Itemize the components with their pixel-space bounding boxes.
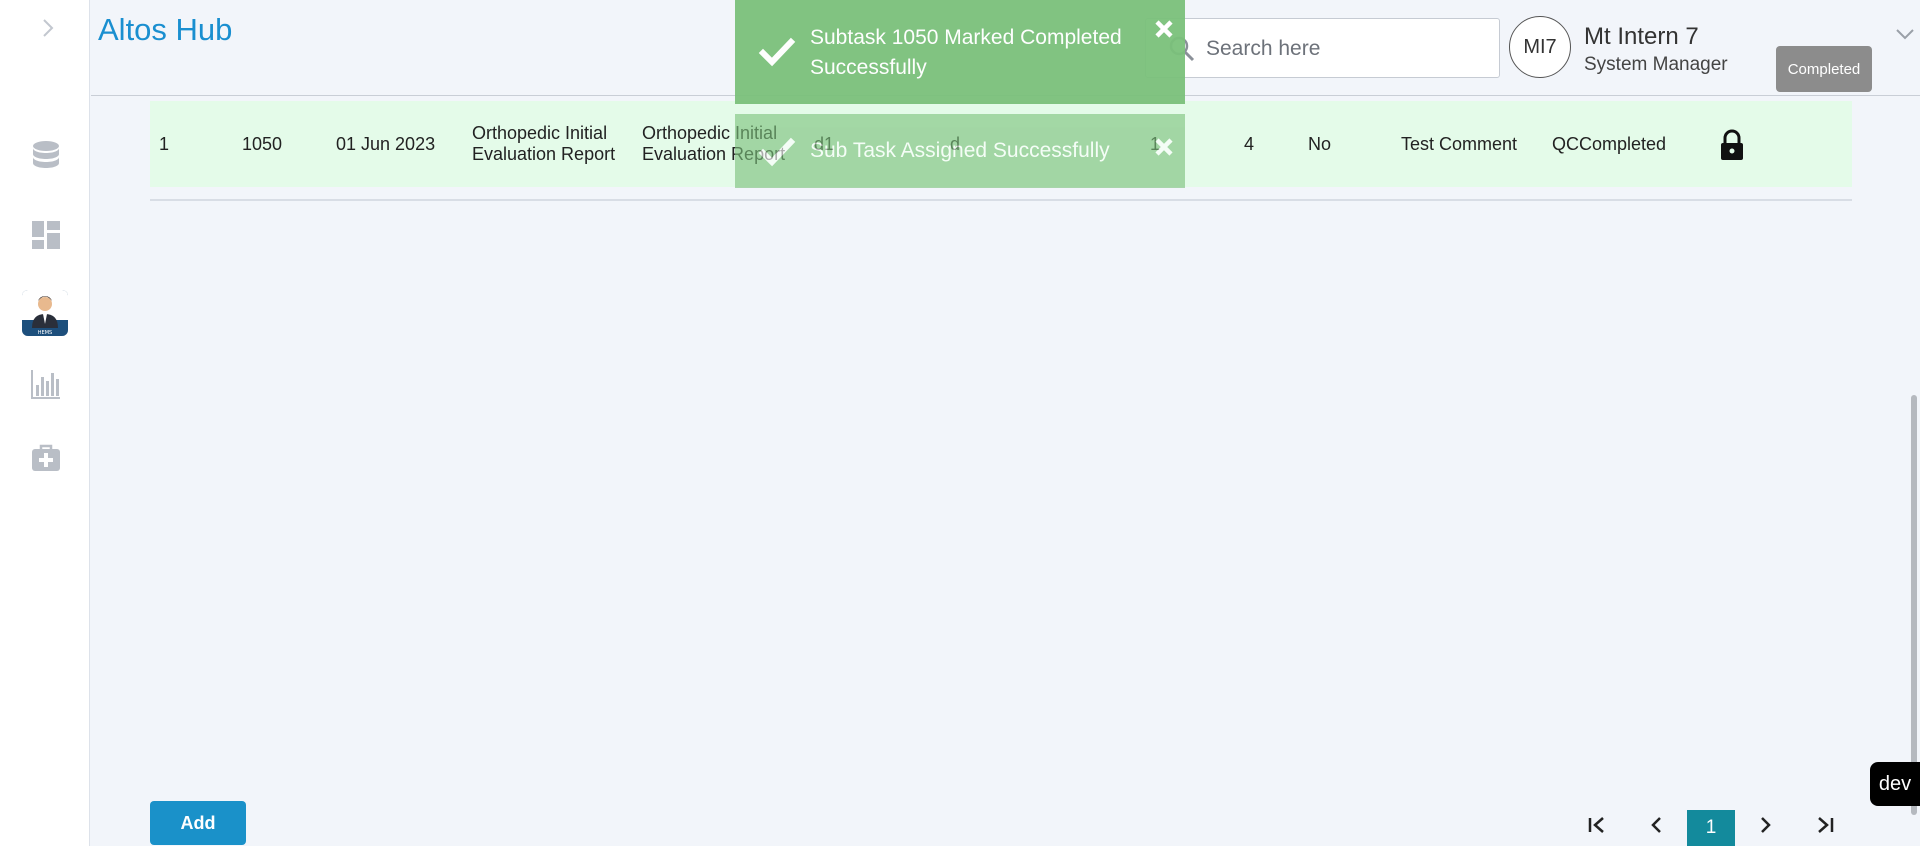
toast-notification: Sub Task Assigned Successfully bbox=[735, 114, 1185, 188]
first-page-icon[interactable] bbox=[1580, 808, 1614, 842]
toast-message: Subtask 1050 Marked Completed Successful… bbox=[810, 26, 1122, 79]
medical-kit-icon[interactable] bbox=[28, 440, 64, 476]
cell-index: 1 bbox=[159, 133, 170, 154]
sidebar: HEMS bbox=[0, 0, 90, 846]
cell-report-type: Orthopedic Initial Evaluation Report bbox=[472, 123, 616, 164]
cell-id: 1050 bbox=[242, 133, 283, 154]
search-input[interactable] bbox=[1206, 29, 1486, 69]
cell-flag: No bbox=[1308, 133, 1332, 154]
database-icon[interactable] bbox=[28, 138, 64, 174]
toast-notification: Subtask 1050 Marked Completed Successful… bbox=[735, 0, 1185, 104]
chevron-right-icon[interactable] bbox=[38, 16, 58, 40]
user-avatar[interactable]: MI7 bbox=[1509, 16, 1571, 78]
current-page[interactable]: 1 bbox=[1687, 810, 1735, 846]
bar-chart-icon[interactable] bbox=[28, 366, 64, 402]
environment-badge: dev bbox=[1870, 762, 1920, 806]
scrollbar-thumb[interactable] bbox=[1911, 395, 1917, 815]
check-icon bbox=[758, 37, 796, 67]
search-box[interactable] bbox=[1145, 18, 1500, 78]
close-icon[interactable] bbox=[1153, 136, 1175, 158]
lock-icon[interactable] bbox=[1718, 129, 1746, 161]
status-tooltip: Completed bbox=[1776, 46, 1872, 92]
add-button[interactable]: Add bbox=[150, 801, 246, 845]
chevron-down-icon[interactable] bbox=[1894, 26, 1916, 42]
user-role: System Manager bbox=[1584, 54, 1728, 75]
close-icon[interactable] bbox=[1153, 18, 1175, 40]
toast-message: Sub Task Assigned Successfully bbox=[810, 139, 1110, 162]
prev-page-icon[interactable] bbox=[1640, 808, 1674, 842]
user-name: Mt Intern 7 bbox=[1584, 23, 1699, 50]
check-icon bbox=[758, 137, 796, 167]
dashboard-icon[interactable] bbox=[28, 217, 64, 253]
cell-status: QCCompleted bbox=[1552, 133, 1667, 154]
cell-count-b: 4 bbox=[1244, 133, 1255, 154]
svg-text:HEMS: HEMS bbox=[38, 330, 52, 336]
next-page-icon[interactable] bbox=[1748, 808, 1782, 842]
user-avatar-icon[interactable]: HEMS bbox=[22, 290, 68, 336]
app-title: Altos Hub bbox=[98, 12, 233, 47]
cell-date: 01 Jun 2023 bbox=[336, 133, 436, 154]
cell-comment: Test Comment bbox=[1401, 133, 1518, 154]
last-page-icon[interactable] bbox=[1808, 808, 1842, 842]
